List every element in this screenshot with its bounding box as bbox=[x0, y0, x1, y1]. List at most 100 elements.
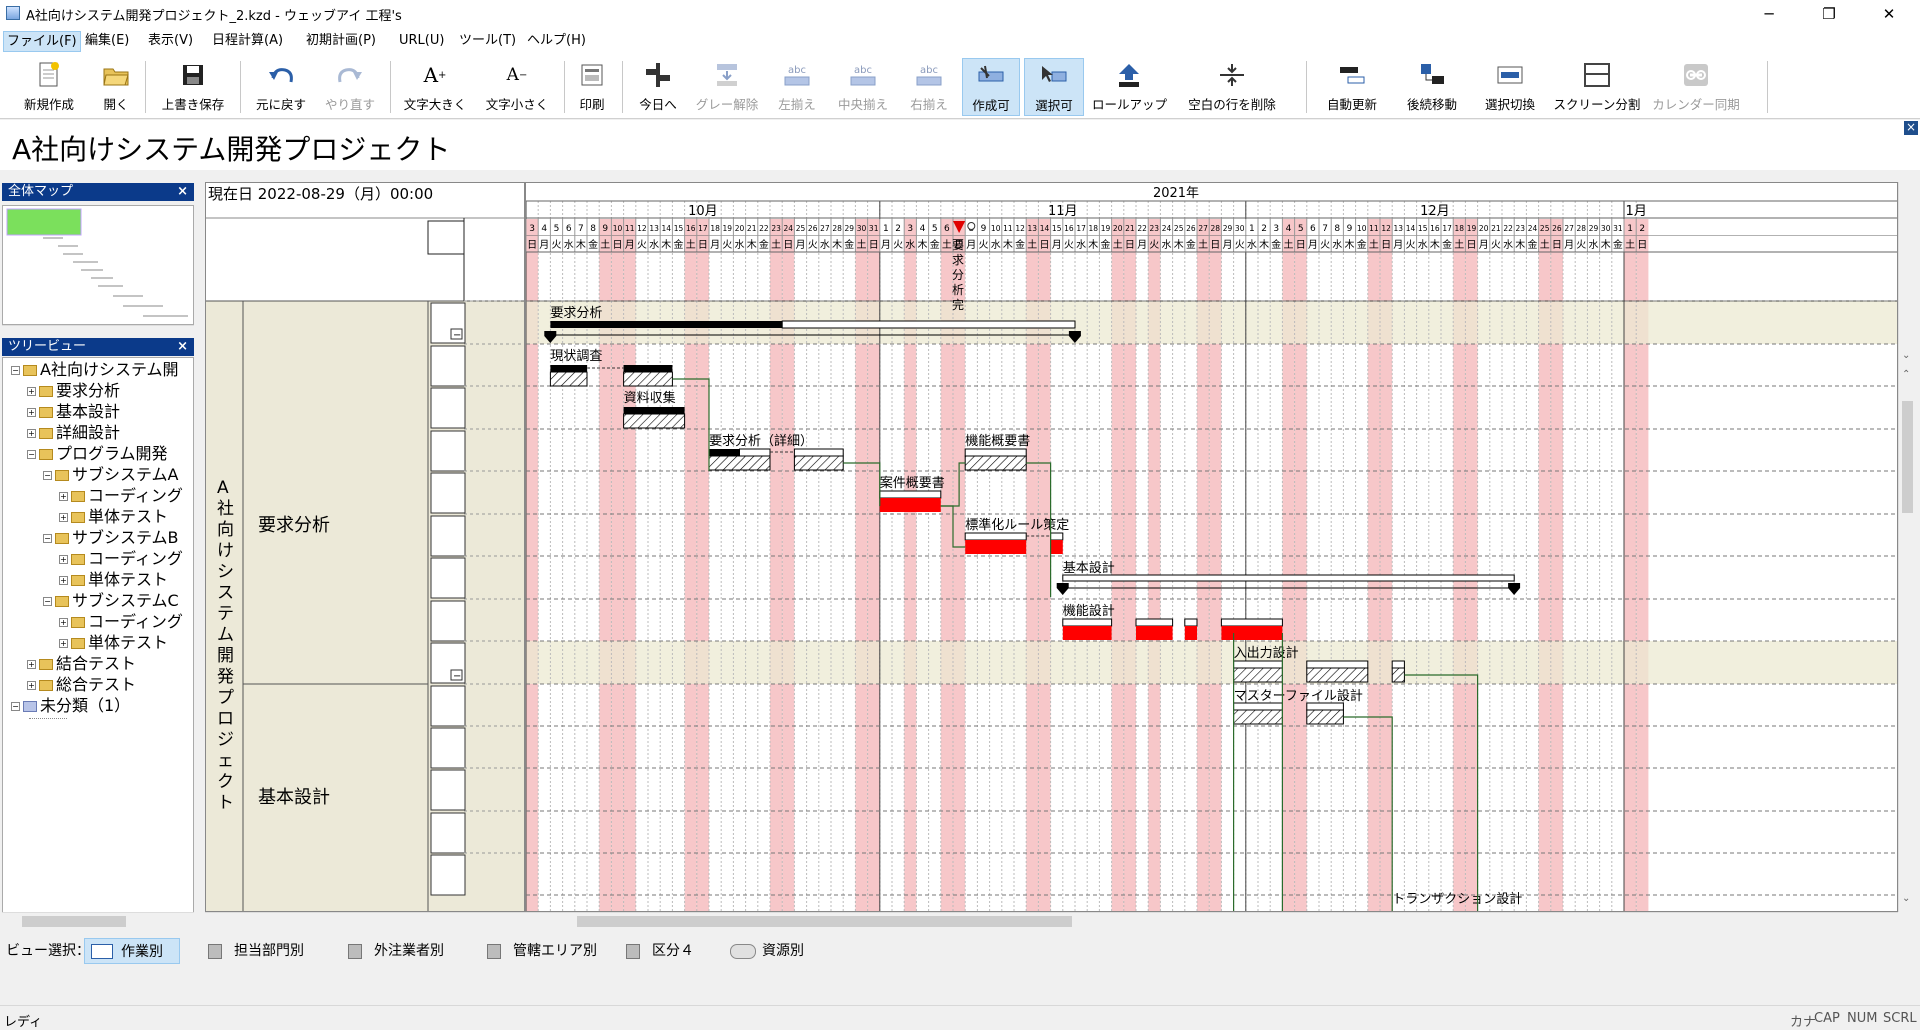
day-number: 4 bbox=[1286, 224, 1292, 234]
menu-edit[interactable]: 編集(E) bbox=[82, 31, 132, 52]
tree-node[interactable]: − サブシステムB bbox=[43, 528, 179, 548]
day-number: 6 bbox=[1310, 224, 1316, 234]
gray-clear-button[interactable]: グレー解除 bbox=[692, 58, 762, 116]
menu-help[interactable]: ヘルプ(H) bbox=[524, 31, 589, 52]
collapse-icon[interactable]: − bbox=[43, 597, 52, 606]
expand-icon[interactable]: + bbox=[59, 555, 68, 564]
tree-node[interactable]: + 基本設計 bbox=[27, 402, 120, 422]
undo-button[interactable]: 元に戻す bbox=[251, 58, 311, 116]
tree-node[interactable]: − A社向けシステム開 bbox=[11, 360, 178, 380]
expand-icon[interactable]: + bbox=[59, 639, 68, 648]
menu-schedule[interactable]: 日程計算(A) bbox=[209, 31, 286, 52]
row-header-horizontal-scrollbar[interactable] bbox=[205, 912, 525, 929]
tree-node[interactable]: + 詳細設計 bbox=[27, 423, 120, 443]
map-panel-close-button[interactable]: × bbox=[177, 183, 188, 201]
close-document-icon[interactable]: × bbox=[1904, 121, 1918, 135]
menu-tools[interactable]: ツール(T) bbox=[456, 31, 519, 52]
folder-icon bbox=[71, 491, 85, 502]
font-smaller-button[interactable]: A − 文字小さく bbox=[480, 58, 554, 116]
expand-icon[interactable]: + bbox=[59, 618, 68, 627]
collapse-icon[interactable]: − bbox=[27, 450, 36, 459]
delete-blank-rows-button[interactable]: 空白の行を削除 bbox=[1176, 58, 1288, 116]
auto-update-button[interactable]: 自動更新 bbox=[1316, 58, 1388, 116]
open-button[interactable]: 開く bbox=[96, 58, 136, 116]
align-left-button[interactable]: abc 左揃え bbox=[772, 58, 822, 116]
screen-split-button[interactable]: スクリーン分割 bbox=[1552, 58, 1642, 116]
task-bar bbox=[1062, 618, 1113, 627]
menu-view[interactable]: 表示(V) bbox=[145, 31, 196, 52]
close-window-button[interactable]: ✕ bbox=[1866, 0, 1912, 28]
tree-node[interactable]: + 単体テスト bbox=[59, 570, 168, 590]
view-by-task[interactable]: 作業別 bbox=[84, 938, 180, 964]
expand-icon[interactable]: + bbox=[27, 408, 36, 417]
day-number: 30 bbox=[1601, 224, 1611, 233]
expand-icon[interactable]: + bbox=[59, 492, 68, 501]
view-by-area[interactable]: 管轄エリア別 bbox=[479, 938, 603, 964]
tree-node[interactable]: + 単体テスト bbox=[59, 633, 168, 653]
expand-icon[interactable]: + bbox=[27, 429, 36, 438]
select-mode-button[interactable]: 選択可 bbox=[1024, 58, 1084, 116]
collapse-icon[interactable]: − bbox=[43, 534, 52, 543]
follow-move-button[interactable]: 後続移動 bbox=[1396, 58, 1468, 116]
tree-node[interactable]: + 要求分析 bbox=[27, 381, 120, 401]
expand-icon[interactable]: + bbox=[27, 660, 36, 669]
tree-node[interactable]: − サブシステムC bbox=[43, 591, 179, 611]
menu-initial-plan[interactable]: 初期計画(P) bbox=[303, 31, 379, 52]
view-by-category4[interactable]: 区分４ bbox=[618, 938, 700, 964]
tree-node[interactable]: + 結合テスト bbox=[27, 654, 136, 674]
task-label: 資料収集 bbox=[624, 390, 676, 406]
align-right-button[interactable]: abc 右揃え bbox=[904, 58, 954, 116]
folder-icon bbox=[23, 701, 37, 712]
view-by-resource[interactable]: 資源別 bbox=[724, 938, 810, 964]
expand-icon[interactable]: + bbox=[27, 387, 36, 396]
day-number: 23 bbox=[771, 224, 781, 233]
weekday-label: 土 bbox=[942, 238, 952, 251]
rollup-button[interactable]: ロールアップ bbox=[1092, 58, 1167, 116]
chart-vertical-scrollbar[interactable]: ⌃ ⌄ bbox=[1898, 367, 1915, 912]
overview-map[interactable] bbox=[2, 205, 194, 325]
tree-node[interactable]: + コーディング bbox=[59, 486, 183, 506]
milestone-label-char: 要 bbox=[952, 238, 964, 252]
day-number: 20 bbox=[735, 224, 745, 233]
expand-icon[interactable]: + bbox=[59, 576, 68, 585]
save-button[interactable]: 上書き保存 bbox=[155, 58, 231, 116]
tree-horizontal-scrollbar[interactable] bbox=[2, 912, 194, 929]
day-number: 23 bbox=[1150, 224, 1160, 233]
today-button[interactable]: 今日へ bbox=[632, 58, 684, 116]
tree-node[interactable]: + コーディング bbox=[59, 612, 183, 632]
print-button[interactable]: 印刷 bbox=[572, 58, 612, 116]
calendar-sync-button[interactable]: カレンダー同期 bbox=[1650, 58, 1742, 116]
tree-node[interactable]: − プログラム開発 bbox=[27, 444, 168, 464]
collapse-icon[interactable]: − bbox=[43, 471, 52, 480]
expand-icon[interactable]: + bbox=[59, 513, 68, 522]
minimize-button[interactable]: ─ bbox=[1746, 0, 1792, 28]
select-switch-button[interactable]: 選択切換 bbox=[1476, 58, 1544, 116]
chart-horizontal-scrollbar[interactable] bbox=[525, 912, 1898, 929]
new-button[interactable]: 新規作成 bbox=[14, 58, 84, 116]
collapse-icon[interactable]: − bbox=[11, 366, 20, 375]
header-vertical-scrollbar[interactable]: ⌄ bbox=[1898, 182, 1915, 367]
tree-node[interactable]: + 単体テスト bbox=[59, 507, 168, 527]
align-center-button[interactable]: abc 中央揃え bbox=[832, 58, 894, 116]
redo-button[interactable]: やり直す bbox=[320, 58, 380, 116]
view-by-department[interactable]: 担当部門別 bbox=[200, 938, 310, 964]
tree-node-label: 詳細設計 bbox=[56, 423, 121, 442]
font-larger-button[interactable]: A + 文字大きく bbox=[398, 58, 472, 116]
gantt-chart[interactable]: 3 日 4 月 5 火 6 水 7 木 8 金 9 土 10 日 11 月 12 火 13 水 14 木 15 金 16 土 17 日 18… bbox=[525, 182, 1898, 912]
group-label-basic-design: 基本設計 bbox=[258, 787, 330, 808]
menu-url[interactable]: URL(U) bbox=[396, 31, 447, 52]
tree-connector bbox=[29, 718, 67, 719]
expand-icon[interactable]: + bbox=[27, 681, 36, 690]
view-by-subcontractor[interactable]: 外注業者別 bbox=[340, 938, 450, 964]
restore-button[interactable]: ❐ bbox=[1806, 0, 1852, 28]
tree-panel-close-button[interactable]: × bbox=[177, 338, 188, 356]
tree-node[interactable]: − 未分類（1） bbox=[11, 696, 130, 716]
tree-node[interactable]: + 総合テスト bbox=[27, 675, 136, 695]
day-number: 1 bbox=[1627, 224, 1633, 234]
tree-node[interactable]: − サブシステムA bbox=[43, 465, 178, 485]
create-mode-button[interactable]: 作成可 bbox=[962, 58, 1020, 116]
day-number: 14 bbox=[1406, 224, 1416, 233]
tree-node[interactable]: + コーディング bbox=[59, 549, 183, 569]
collapse-icon[interactable]: − bbox=[11, 702, 20, 711]
menu-file[interactable]: ファイル(F) bbox=[3, 31, 81, 52]
